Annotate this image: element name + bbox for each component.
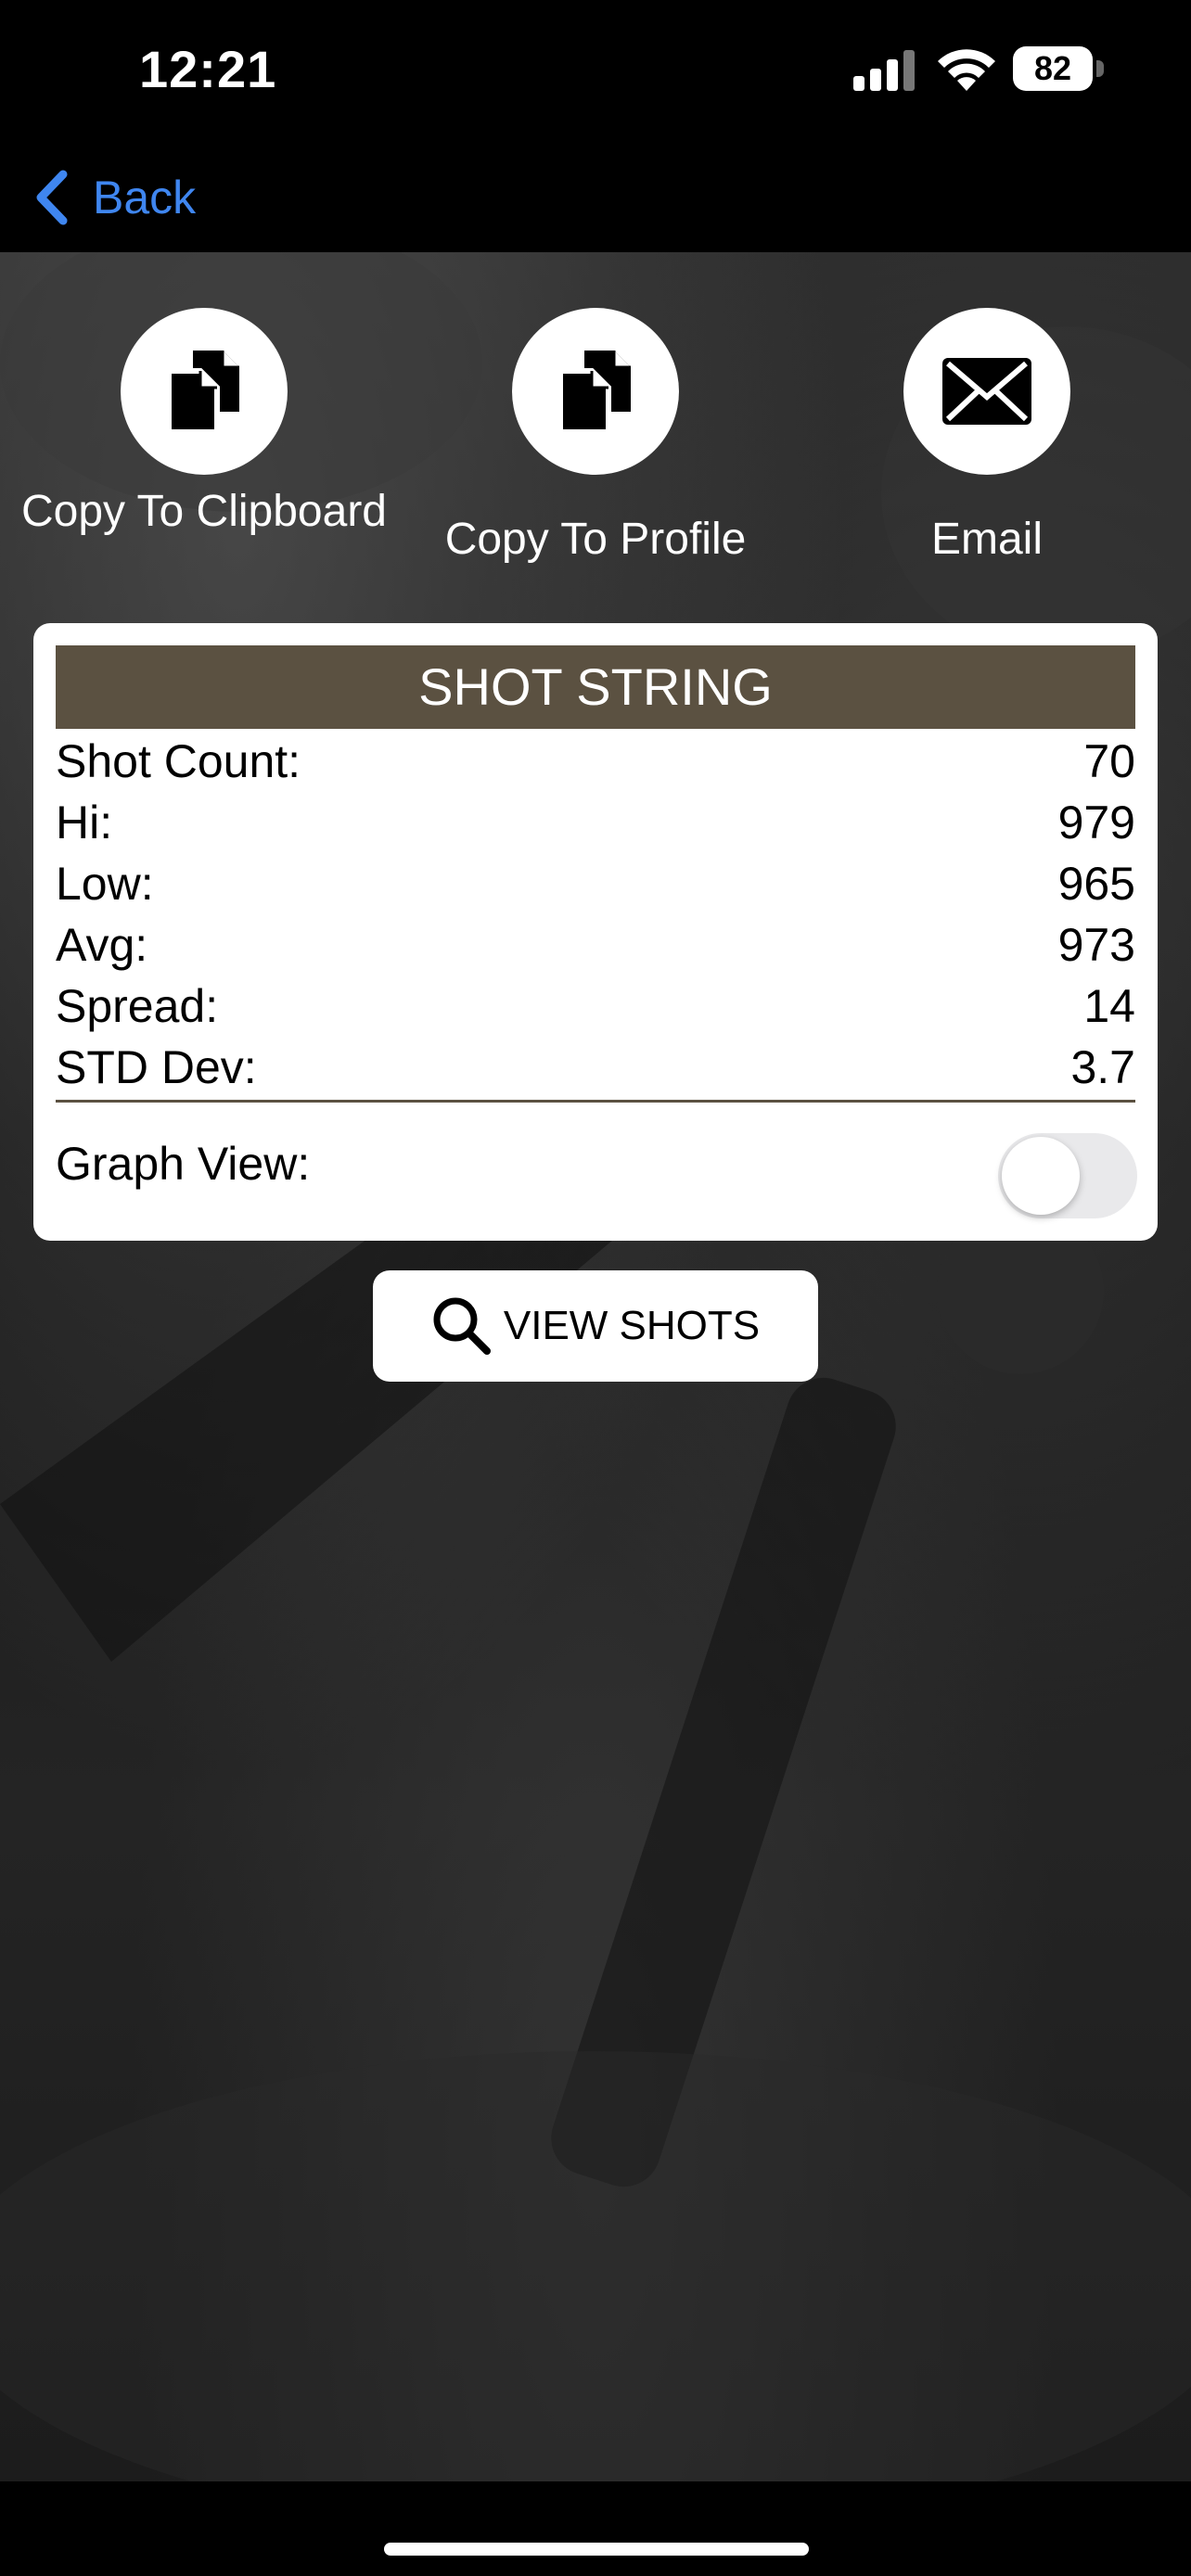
stat-label: Low: <box>56 858 154 910</box>
wifi-icon <box>938 49 995 91</box>
copy-to-clipboard-button[interactable]: Copy To Clipboard <box>19 308 390 540</box>
main-content: Copy To Clipboard Copy To Profile Email … <box>0 252 1191 2481</box>
stat-label: Spread: <box>56 980 219 1032</box>
stat-row-hi: Hi: 979 <box>56 796 1135 857</box>
battery-level: 82 <box>1013 46 1093 91</box>
stat-row-shot-count: Shot Count: 70 <box>56 734 1135 796</box>
view-shots-label: VIEW SHOTS <box>503 1303 761 1348</box>
battery-icon: 82 <box>1013 46 1104 93</box>
email-label: Email <box>930 515 1044 564</box>
status-time: 12:21 <box>139 40 277 98</box>
signal-icon <box>853 50 915 91</box>
copy-to-clipboard-label: Copy To Clipboard <box>20 487 387 536</box>
copy-to-profile-button[interactable]: Copy To Profile <box>410 308 781 567</box>
graph-view-label: Graph View: <box>56 1138 311 1190</box>
email-circle <box>903 308 1070 475</box>
back-button[interactable]: Back <box>33 165 196 230</box>
status-bar: 12:21 82 <box>0 0 1191 139</box>
stat-value: 973 <box>1057 919 1135 971</box>
stat-row-spread: Spread: 14 <box>56 979 1135 1040</box>
copy-icon <box>166 351 239 435</box>
stat-row-low: Low: 965 <box>56 857 1135 918</box>
stat-label: Hi: <box>56 797 113 848</box>
stat-label: Avg: <box>56 919 148 971</box>
copy-to-profile-label: Copy To Profile <box>444 515 747 564</box>
toggle-knob <box>1002 1137 1080 1215</box>
battery-tip <box>1096 60 1104 77</box>
stat-value: 965 <box>1057 858 1135 910</box>
magnifier-icon <box>433 1297 491 1355</box>
nav-bar: Back <box>0 139 1191 252</box>
shot-string-title: SHOT STRING <box>56 645 1135 729</box>
home-indicator-area <box>0 2481 1191 2576</box>
copy-icon <box>557 351 631 435</box>
stat-value: 3.7 <box>1070 1041 1135 1093</box>
back-label: Back <box>93 172 197 223</box>
envelope-icon <box>942 358 1031 425</box>
stat-row-avg: Avg: 973 <box>56 918 1135 979</box>
copy-to-profile-circle <box>512 308 679 475</box>
chevron-left-icon <box>36 170 68 225</box>
stat-label: Shot Count: <box>56 735 301 787</box>
screen: 12:21 82 Back Copy To Clipboard Copy To … <box>0 0 1191 2576</box>
graph-view-toggle[interactable] <box>998 1133 1137 1218</box>
stat-label: STD Dev: <box>56 1041 257 1093</box>
home-indicator[interactable] <box>384 2543 809 2556</box>
stat-value: 14 <box>1083 980 1135 1032</box>
view-shots-button[interactable]: VIEW SHOTS <box>373 1270 818 1382</box>
shot-string-card: SHOT STRING Shot Count: 70 Hi: 979 Low: … <box>33 623 1158 1241</box>
copy-to-clipboard-circle <box>121 308 288 475</box>
email-button[interactable]: Email <box>801 308 1172 567</box>
stats-divider <box>56 1100 1135 1103</box>
stat-value: 70 <box>1083 735 1135 787</box>
stat-value: 979 <box>1057 797 1135 848</box>
stat-row-std-dev: STD Dev: 3.7 <box>56 1040 1135 1102</box>
